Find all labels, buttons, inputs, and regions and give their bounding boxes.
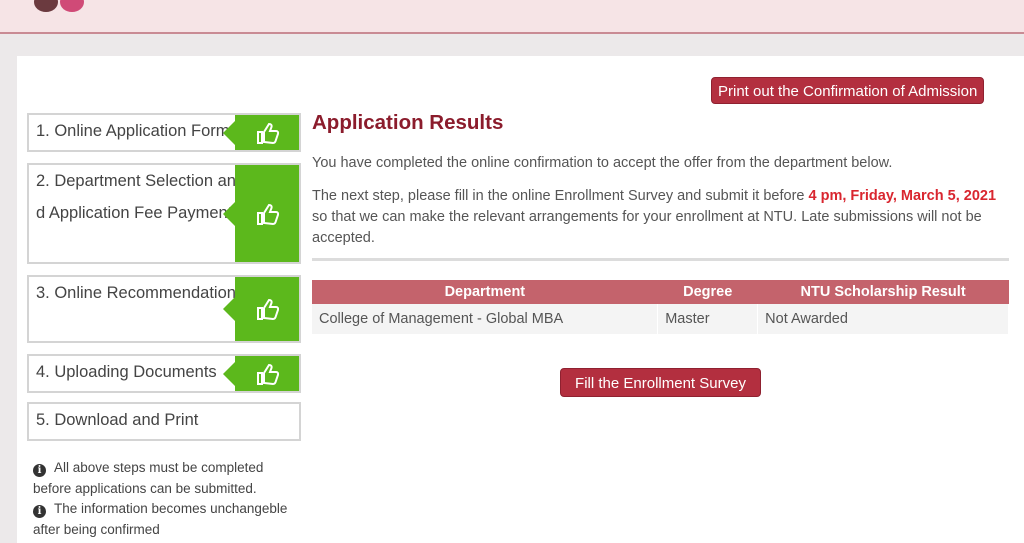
step-label: 4. Uploading Documents (36, 363, 217, 381)
step-complete-badge (223, 115, 299, 150)
university-logo[interactable] (28, 0, 92, 16)
step-label: 5. Download and Print (36, 411, 199, 429)
column-header-scholarship: NTU Scholarship Result (757, 280, 1009, 304)
cell-scholarship: Not Awarded (757, 304, 1009, 334)
intro-text: You have completed the online confirmati… (312, 155, 893, 171)
step-label: 3. Online Recommendation (36, 284, 236, 302)
results-table: Department Degree NTU Scholarship Result… (312, 280, 1009, 334)
thumbs-up-icon (257, 298, 279, 321)
step-download-and-print[interactable]: 5. Download and Print (27, 402, 301, 441)
step-department-selection[interactable]: 2. Department Selection and Application … (27, 163, 301, 264)
step-complete-badge (223, 165, 299, 262)
top-bar (0, 0, 1024, 34)
deadline-text: 4 pm, Friday, March 5, 2021 (808, 188, 997, 204)
step-label: 2. Department Selection and Application … (36, 172, 236, 222)
note-item: i The information becomes unchangeble aft… (33, 501, 288, 537)
info-icon: i (33, 505, 46, 518)
table-row: College of Management - Global MBA Maste… (312, 304, 1009, 334)
step-complete-badge (223, 356, 299, 391)
column-header-department: Department (312, 280, 658, 304)
column-header-degree: Degree (657, 280, 758, 304)
cell-department: College of Management - Global MBA (312, 304, 659, 334)
print-confirmation-button[interactable]: Print out the Confirmation of Admission (711, 77, 985, 104)
sidebar-notes: i All above steps must be completed befor… (33, 458, 293, 540)
table-header-row: Department Degree NTU Scholarship Result (312, 280, 1009, 304)
step-online-recommendation[interactable]: 3. Online Recommendation (27, 275, 301, 343)
step-complete-badge (223, 277, 299, 341)
fill-enrollment-survey-button[interactable]: Fill the Enrollment Survey (560, 368, 761, 397)
page-title: Application Results (312, 111, 504, 134)
thumbs-up-icon (257, 203, 279, 225)
thumbs-up-icon (257, 363, 279, 385)
info-icon: i (33, 464, 46, 477)
cell-degree: Master (657, 304, 759, 334)
note-item: i All above steps must be completed befor… (33, 460, 264, 496)
divider (312, 258, 1009, 261)
step-label: 1. Online Application Form (36, 122, 230, 140)
next-step-text: The next step, please fill in the online… (312, 188, 997, 246)
thumbs-up-icon (257, 122, 279, 144)
step-uploading-documents[interactable]: 4. Uploading Documents (27, 354, 301, 393)
step-online-application-form[interactable]: 1. Online Application Form (27, 113, 301, 152)
